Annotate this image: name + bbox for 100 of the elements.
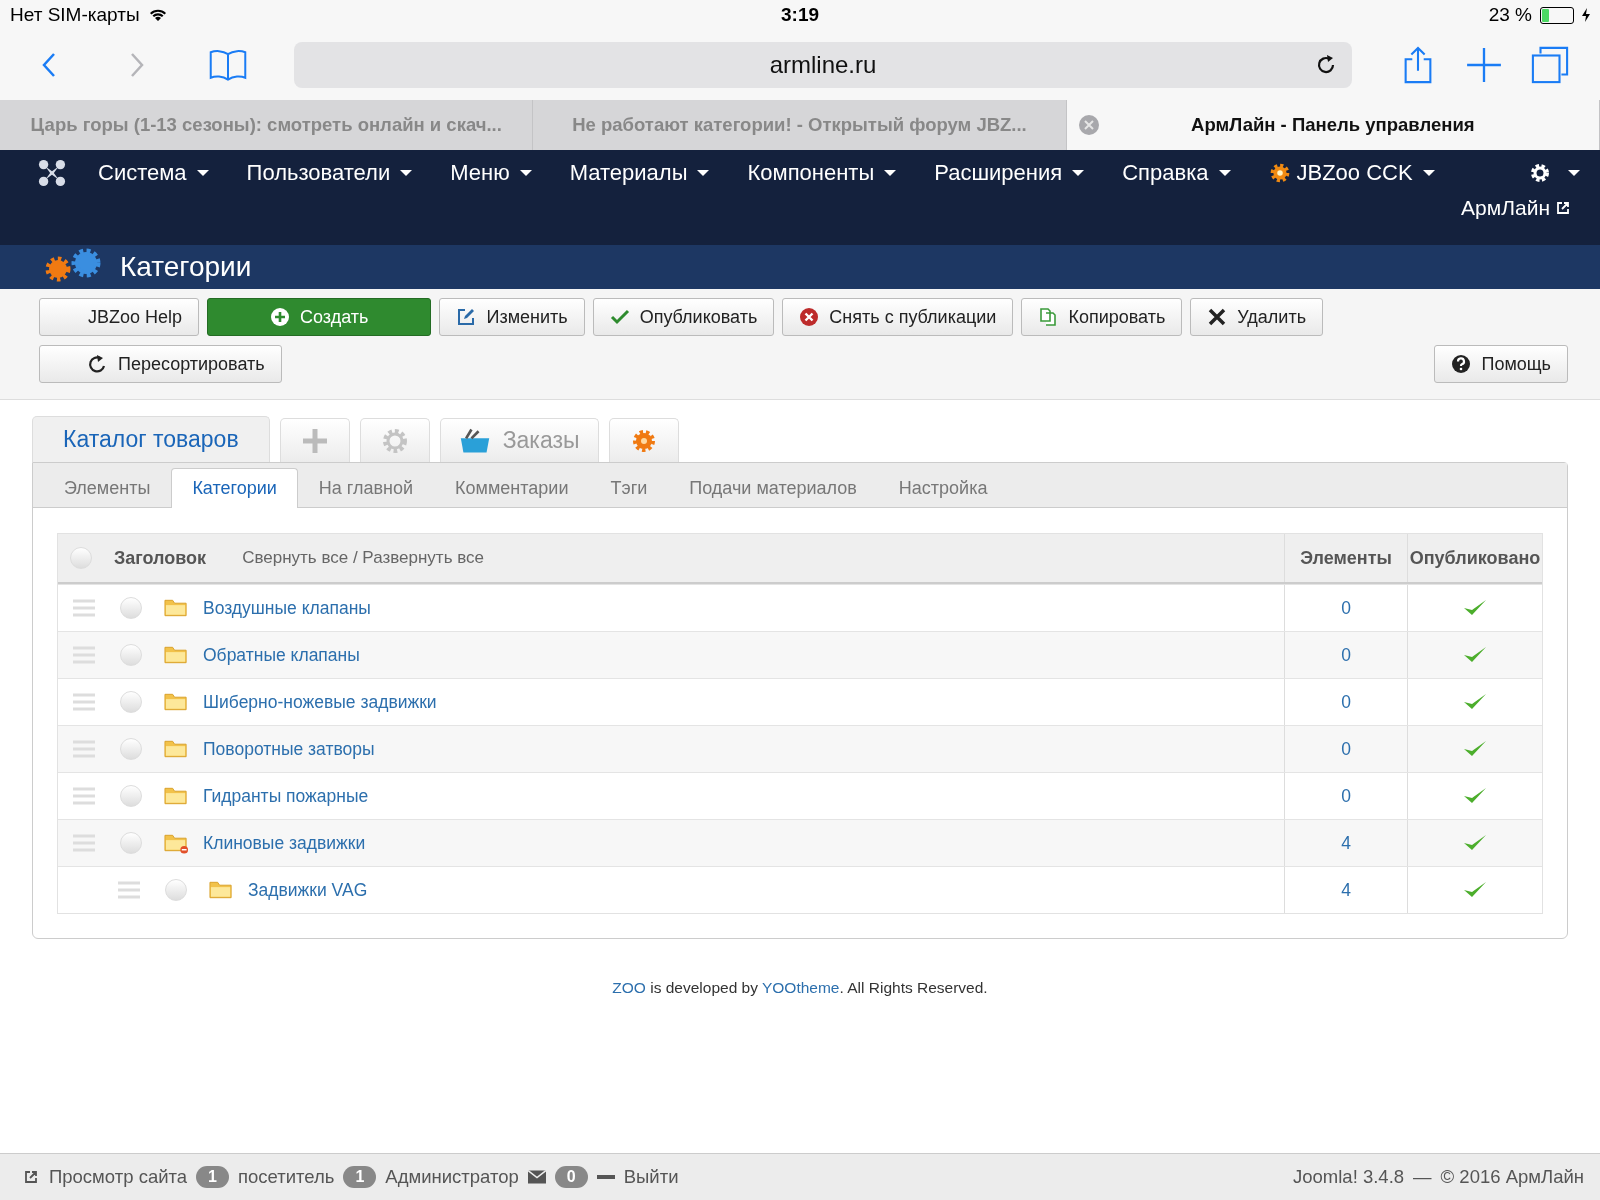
yootheme-link[interactable]: YOOtheme (761, 979, 840, 996)
admins-label: Администратор (385, 1166, 519, 1188)
cross-circle-icon (799, 307, 820, 327)
caret-icon (884, 170, 897, 176)
tabs-icon[interactable] (1530, 46, 1570, 84)
row-radio[interactable] (120, 691, 142, 713)
drag-handle-icon[interactable] (72, 645, 96, 665)
published-check-icon[interactable] (1462, 786, 1488, 806)
zoo-link[interactable]: ZOO (612, 979, 646, 996)
drag-handle-icon[interactable] (72, 598, 96, 618)
joomla-logo-icon[interactable] (38, 159, 66, 187)
copy-icon (1038, 307, 1059, 327)
clock-time: 3:19 (781, 4, 819, 26)
row-radio[interactable] (120, 644, 142, 666)
help-icon (1451, 354, 1472, 374)
item-count-link[interactable]: 4 (1341, 832, 1351, 854)
close-icon[interactable] (1078, 115, 1099, 135)
create-button[interactable]: Создать (207, 298, 432, 336)
caret-icon (196, 170, 209, 176)
folder-icon (164, 738, 189, 760)
item-count-link[interactable]: 4 (1341, 879, 1351, 901)
drag-handle-icon[interactable] (72, 692, 96, 712)
caret-icon (1072, 170, 1085, 176)
drag-handle-icon[interactable] (117, 880, 141, 900)
row-radio[interactable] (165, 879, 187, 901)
battery-icon (1540, 6, 1574, 24)
column-header: Заголовок (114, 547, 207, 569)
edit-button[interactable]: Изменить (439, 298, 585, 336)
item-count-link[interactable]: 0 (1341, 691, 1351, 713)
resort-button[interactable]: Пересортировать (39, 345, 282, 383)
copy-button[interactable]: Копировать (1021, 298, 1183, 336)
item-count-link[interactable]: 0 (1341, 738, 1351, 760)
row-radio[interactable] (120, 597, 142, 619)
category-link[interactable]: Клиновые задвижки (203, 832, 366, 854)
published-check-icon[interactable] (1462, 880, 1488, 900)
browser-tab[interactable]: АрмЛайн - Панель управления (1066, 100, 1600, 150)
check-icon (609, 307, 630, 327)
credit-text: ZOO is developed by YOOtheme. All Rights Reserved. (611, 979, 989, 997)
help-button[interactable]: JBZoo Help (39, 298, 200, 336)
folder-icon (164, 691, 189, 713)
caret-icon (1422, 170, 1435, 176)
drag-handle-icon[interactable] (72, 786, 96, 806)
drag-handle-icon[interactable] (72, 739, 96, 759)
menu-item[interactable]: Справка (1122, 160, 1231, 186)
menu-item[interactable]: Система (98, 160, 209, 186)
battery-percent: 23 % (1488, 4, 1532, 26)
item-count-link[interactable]: 0 (1341, 597, 1351, 619)
published-check-icon[interactable] (1462, 833, 1488, 853)
app-tab[interactable]: Каталог товаров (32, 416, 270, 462)
settings-icon[interactable] (1528, 161, 1552, 185)
section-tab[interactable]: Комментарии (434, 469, 590, 507)
folder-icon (164, 644, 189, 666)
plus-tab[interactable] (279, 418, 350, 462)
help-button[interactable]: Помощь (1434, 345, 1568, 383)
charging-icon (1582, 8, 1590, 22)
category-link[interactable]: Поворотные затворы (203, 738, 375, 760)
section-tab[interactable]: Тэги (589, 469, 669, 507)
section-tab[interactable]: Подачи материалов (668, 469, 878, 507)
section-tab[interactable]: Настройка (877, 469, 1009, 507)
publish-button[interactable]: Опубликовать (592, 298, 775, 336)
category-link[interactable]: Гидранты пожарные (203, 785, 369, 807)
published-check-icon[interactable] (1462, 598, 1488, 618)
row-radio[interactable] (120, 738, 142, 760)
category-link[interactable]: Задвижки VAG (248, 879, 368, 901)
external-link-icon (1556, 201, 1570, 215)
collapse-expand-link[interactable]: Свернуть все / Развернуть все (242, 548, 484, 568)
menu-item[interactable]: Меню (450, 160, 532, 186)
caret-icon[interactable] (1568, 170, 1580, 176)
category-link[interactable]: Шиберно-ножевые задвижки (203, 691, 437, 713)
select-all-radio[interactable] (70, 547, 92, 569)
site-link[interactable]: АрмЛайн (1461, 196, 1570, 220)
item-count-link[interactable]: 0 (1341, 644, 1351, 666)
gear-tab[interactable] (359, 418, 430, 462)
unpublish-button[interactable]: Снять с публикации (782, 298, 1014, 336)
section-tab[interactable]: На главной (297, 469, 435, 507)
row-radio[interactable] (120, 785, 142, 807)
view-site-link[interactable]: Просмотр сайта (49, 1166, 188, 1188)
menu-item[interactable]: Компоненты (747, 160, 897, 186)
logout-link[interactable]: Выйти (623, 1166, 679, 1188)
published-check-icon[interactable] (1462, 645, 1488, 665)
category-link[interactable]: Обратные клапаны (203, 644, 360, 666)
row-radio[interactable] (120, 832, 142, 854)
delete-button[interactable]: Удалить (1190, 298, 1324, 336)
published-check-icon[interactable] (1462, 739, 1488, 759)
plus-icon[interactable] (1464, 46, 1504, 84)
item-count-link[interactable]: 0 (1341, 785, 1351, 807)
menu-item[interactable]: Материалы (569, 160, 710, 186)
folder-icon (164, 785, 189, 807)
section-tab[interactable]: Элементы (43, 469, 172, 507)
menu-item[interactable]: Пользователи (246, 160, 413, 186)
published-check-icon[interactable] (1462, 692, 1488, 712)
envelope-icon (527, 1170, 546, 1184)
count-badge: 0 (554, 1166, 588, 1188)
menu-item[interactable]: JBZoo CCK (1268, 160, 1435, 186)
category-link[interactable]: Воздушные клапаны (203, 597, 371, 619)
section-tab[interactable]: Категории (171, 468, 298, 508)
address-field[interactable]: armline.ru (294, 42, 1352, 88)
jbzoo-tab[interactable] (608, 418, 679, 462)
drag-handle-icon[interactable] (72, 833, 96, 853)
menu-item[interactable]: Расширения (934, 160, 1085, 186)
